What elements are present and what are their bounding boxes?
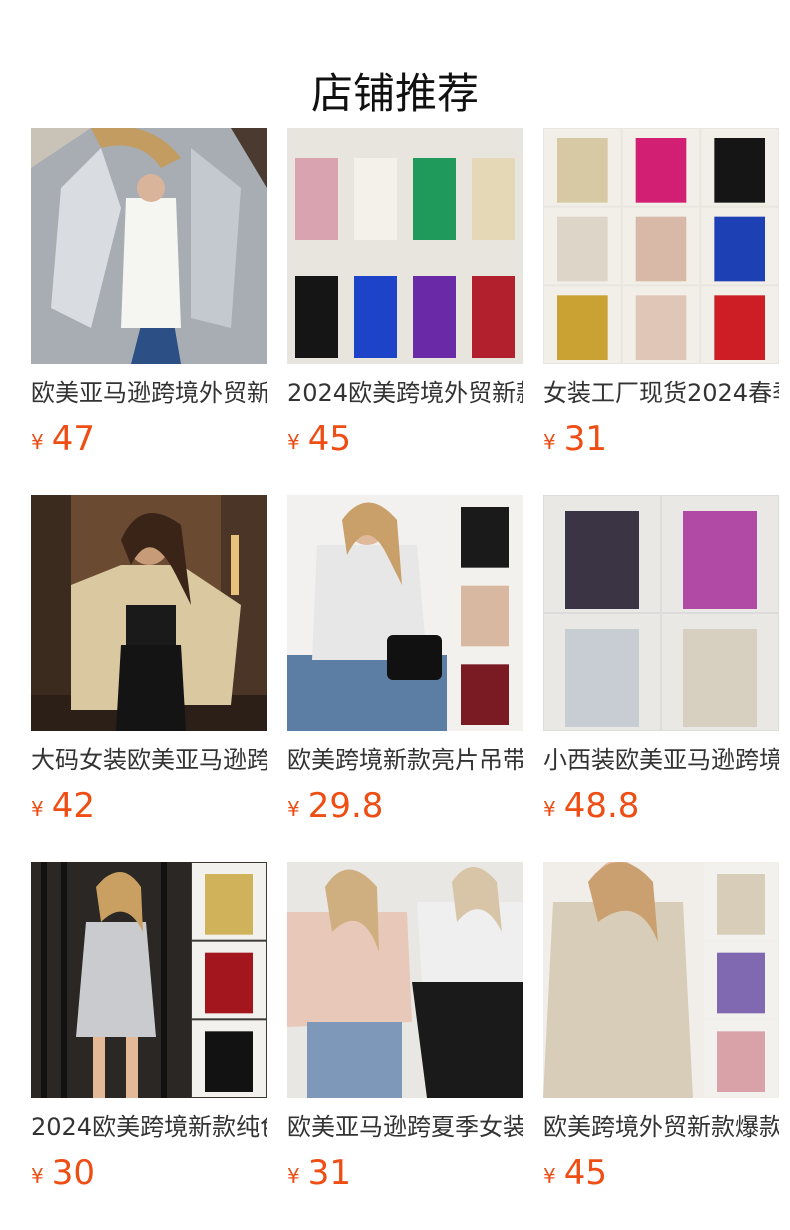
color-swatch-tile: [205, 874, 253, 935]
swatch-grid-3x3: [543, 128, 779, 364]
color-swatch-tile: [717, 1031, 765, 1092]
product-price: ¥ 42: [31, 787, 267, 825]
color-swatch-tile: [635, 138, 687, 203]
color-swatch-tile: [557, 216, 608, 282]
color-swatch-tile: [714, 216, 765, 282]
color-swatch-tile: [683, 511, 757, 609]
color-swatch-tile: [472, 276, 515, 358]
swatch-grid-2x2: [543, 495, 779, 731]
product-card[interactable]: 欧美亚马逊跨夏季女装亮片上衣 ¥ 31: [287, 862, 523, 1229]
product-price: ¥ 45: [287, 420, 523, 458]
currency-symbol: ¥: [287, 430, 300, 454]
color-swatch-tile: [717, 952, 765, 1014]
currency-symbol: ¥: [31, 430, 44, 454]
currency-symbol: ¥: [543, 1164, 556, 1188]
price-amount: 45: [563, 1153, 607, 1193]
color-swatch-tile: [714, 295, 765, 360]
color-swatch-tile: [413, 158, 456, 240]
price-amount: 30: [51, 1153, 95, 1193]
currency-symbol: ¥: [543, 797, 556, 821]
price-amount: 29.8: [307, 786, 384, 826]
product-image[interactable]: [543, 128, 779, 364]
color-swatch-tile: [635, 295, 687, 360]
color-swatch-tile: [413, 276, 456, 358]
product-price: ¥ 48.8: [543, 787, 779, 825]
color-swatch-tile: [565, 511, 639, 609]
color-swatch-tile: [295, 276, 338, 358]
color-swatch-tile: [557, 138, 608, 203]
currency-symbol: ¥: [287, 797, 300, 821]
price-amount: 47: [51, 419, 95, 459]
price-amount: 31: [563, 419, 607, 459]
product-card[interactable]: 欧美亚马逊跨境外贸新款 ¥ 47: [31, 128, 267, 495]
color-swatch-tile: [565, 629, 639, 727]
color-swatch-tile: [635, 216, 687, 282]
product-image[interactable]: [31, 862, 267, 1098]
product-title[interactable]: 欧美亚马逊跨境外贸新款: [31, 378, 267, 408]
product-card[interactable]: 小西装欧美亚马逊跨境新款 ¥ 48.8: [543, 495, 779, 862]
currency-symbol: ¥: [543, 430, 556, 454]
color-swatch-tile: [205, 1031, 253, 1092]
currency-symbol: ¥: [31, 797, 44, 821]
color-swatch-tile: [683, 629, 757, 727]
product-price: ¥ 45: [543, 1154, 779, 1192]
color-swatch-tile: [461, 585, 509, 647]
color-swatch-tile: [461, 507, 509, 568]
product-title[interactable]: 欧美跨境新款亮片吊带背心: [287, 745, 523, 775]
product-image[interactable]: [543, 862, 779, 1098]
color-swatch-tile: [717, 874, 765, 935]
product-title[interactable]: 欧美亚马逊跨夏季女装亮片上衣: [287, 1112, 523, 1142]
product-price: ¥ 31: [287, 1154, 523, 1192]
color-swatch-tile: [714, 138, 765, 203]
product-image[interactable]: [287, 495, 523, 731]
product-card[interactable]: 欧美跨境外贸新款爆款连衣裙 ¥ 45: [543, 862, 779, 1229]
product-image[interactable]: [31, 128, 267, 364]
main-plus-side-column: [543, 862, 779, 1098]
product-title[interactable]: 大码女装欧美亚马逊跨境: [31, 745, 267, 775]
product-card[interactable]: 大码女装欧美亚马逊跨境 ¥ 42: [31, 495, 267, 862]
product-image[interactable]: [543, 495, 779, 731]
product-price: ¥ 47: [31, 420, 267, 458]
product-title[interactable]: 2024欧美跨境外贸新款: [287, 378, 523, 408]
color-swatch-tile: [295, 158, 338, 240]
color-swatch-tile: [461, 664, 509, 725]
swatch-grid-4x2: [287, 128, 523, 364]
product-grid: 欧美亚马逊跨境外贸新款 ¥ 47 2024欧美跨境外贸新款 ¥ 45 女装工厂现…: [31, 128, 779, 1229]
product-title[interactable]: 女装工厂现货2024春季: [543, 378, 779, 408]
product-image[interactable]: [287, 128, 523, 364]
main-plus-side-column: [31, 862, 267, 1098]
color-swatch-tile: [472, 158, 515, 240]
product-price: ¥ 29.8: [287, 787, 523, 825]
product-card[interactable]: 2024欧美跨境新款纯色吊带裙 ¥ 30: [31, 862, 267, 1229]
product-price: ¥ 30: [31, 1154, 267, 1192]
currency-symbol: ¥: [287, 1164, 300, 1188]
product-card[interactable]: 女装工厂现货2024春季 ¥ 31: [543, 128, 779, 495]
product-card[interactable]: 欧美跨境新款亮片吊带背心 ¥ 29.8: [287, 495, 523, 862]
product-card[interactable]: 2024欧美跨境外贸新款 ¥ 45: [287, 128, 523, 495]
product-image[interactable]: [287, 862, 523, 1098]
price-amount: 45: [307, 419, 351, 459]
main-plus-side-column: [287, 495, 523, 731]
product-title[interactable]: 2024欧美跨境新款纯色吊带裙: [31, 1112, 267, 1142]
product-title[interactable]: 小西装欧美亚马逊跨境新款: [543, 745, 779, 775]
product-title[interactable]: 欧美跨境外贸新款爆款连衣裙: [543, 1112, 779, 1142]
price-amount: 42: [51, 786, 95, 826]
page-title: 店铺推荐: [310, 69, 479, 119]
price-amount: 48.8: [563, 786, 640, 826]
product-image[interactable]: [31, 495, 267, 731]
color-swatch-tile: [205, 952, 253, 1014]
price-amount: 31: [307, 1153, 351, 1193]
color-swatch-tile: [354, 158, 397, 240]
product-price: ¥ 31: [543, 420, 779, 458]
color-swatch-tile: [557, 295, 608, 360]
currency-symbol: ¥: [31, 1164, 44, 1188]
color-swatch-tile: [354, 276, 397, 358]
